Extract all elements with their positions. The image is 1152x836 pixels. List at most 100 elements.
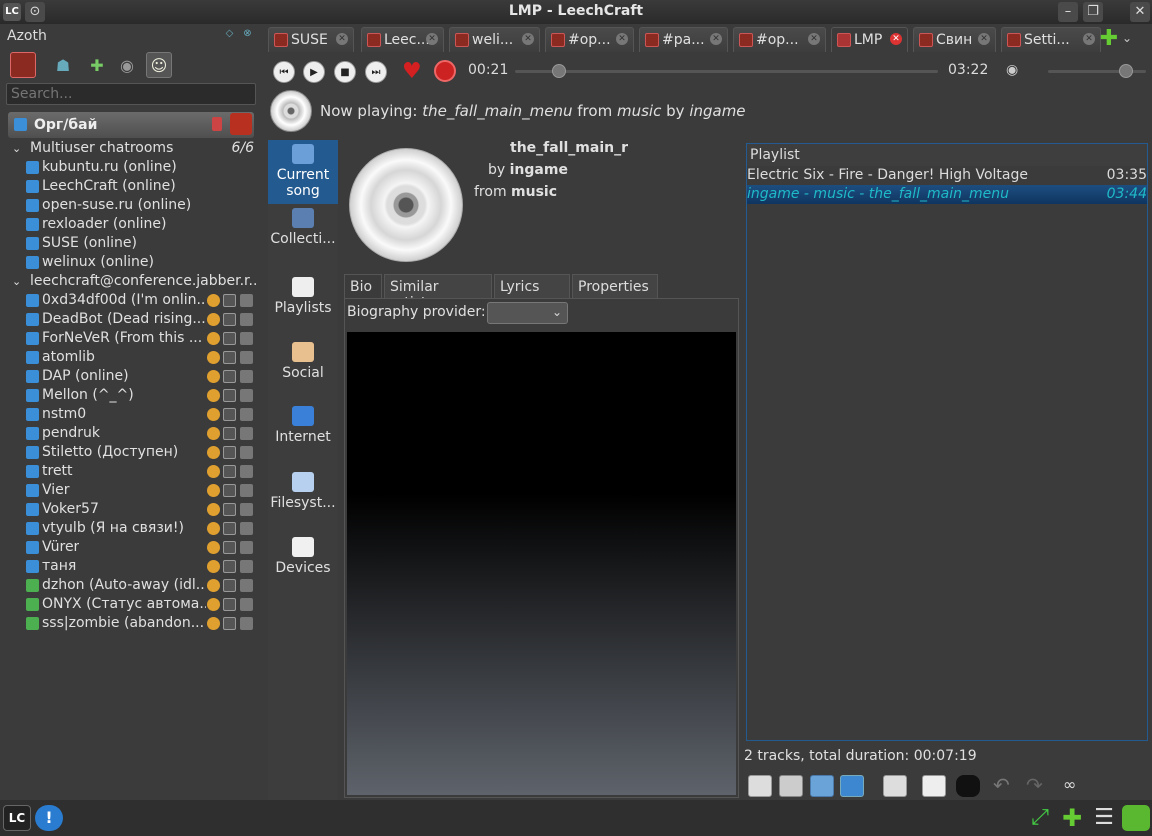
content-tab-1[interactable]: Similar artists: [384, 274, 492, 311]
seek-slider[interactable]: [515, 64, 938, 78]
notifications-icon[interactable]: !: [35, 805, 63, 831]
stop-button[interactable]: ■: [334, 61, 356, 83]
contact-group[interactable]: ⌄ leechcraft@conference.jabber.r...: [8, 272, 258, 291]
sidebar-item-2[interactable]: Playlists: [268, 273, 338, 333]
next-button[interactable]: ⏭: [365, 61, 387, 83]
seek-handle[interactable]: [551, 64, 566, 78]
sidebar-item-5[interactable]: Filesyst...: [268, 468, 338, 528]
close-window-button[interactable]: ✕: [1130, 2, 1150, 22]
redo-icon[interactable]: ↷: [1026, 773, 1043, 797]
sidebar-item-0[interactable]: Current song: [268, 140, 338, 204]
participant-item[interactable]: Vürer: [8, 538, 258, 557]
leechcraft-menu-button[interactable]: LC: [3, 805, 31, 831]
chatroom-item[interactable]: open-suse.ru (online): [8, 196, 258, 215]
load-playlist-button[interactable]: [810, 775, 834, 797]
new-tab-button[interactable]: ✚: [1098, 28, 1120, 51]
participant-item[interactable]: pendruk: [8, 424, 258, 443]
volume-slider[interactable]: [1048, 64, 1146, 78]
participant-item[interactable]: sss|zombie (abandon...: [8, 614, 258, 633]
tab-1[interactable]: SUSE ✕: [268, 27, 354, 52]
volume-icon[interactable]: ◉: [1006, 62, 1018, 78]
status-menu-button[interactable]: [10, 52, 36, 78]
close-icon[interactable]: ✕: [1083, 33, 1095, 45]
list-view-icon[interactable]: ☰: [1090, 805, 1118, 831]
cow-icon[interactable]: [956, 775, 980, 797]
participant-item[interactable]: 0xd34df00d (I'm onlin...: [8, 291, 258, 310]
join-conference-button[interactable]: ◉: [114, 52, 140, 78]
participant-item[interactable]: Mellon (^_^): [8, 386, 258, 405]
participant-item[interactable]: trett: [8, 462, 258, 481]
participant-item[interactable]: DAP (online): [8, 367, 258, 386]
chevron-down-icon[interactable]: ⌄: [12, 142, 21, 155]
close-icon[interactable]: ✕: [978, 33, 990, 45]
close-icon[interactable]: ✕: [616, 33, 628, 45]
save-playlist-button[interactable]: [779, 775, 803, 797]
maximize-button[interactable]: ❐: [1083, 2, 1103, 22]
sidebar-item-6[interactable]: Devices: [268, 533, 338, 593]
add-plugin-icon[interactable]: ✚: [1058, 805, 1086, 831]
content-tab-3[interactable]: Properties: [572, 274, 658, 298]
chatroom-item[interactable]: rexloader (online): [8, 215, 258, 234]
close-icon[interactable]: ✕: [426, 33, 438, 45]
sidebar-item-4[interactable]: Internet: [268, 402, 338, 462]
ban-track-icon[interactable]: [434, 60, 456, 82]
clear-playlist-button[interactable]: [748, 775, 772, 797]
close-icon[interactable]: ✕: [808, 33, 820, 45]
volume-handle[interactable]: [1119, 64, 1134, 78]
chatroom-item[interactable]: kubuntu.ru (online): [8, 158, 258, 177]
add-url-button[interactable]: [840, 775, 864, 797]
fullscreen-icon[interactable]: ⤢: [1026, 805, 1054, 831]
new-tab-menu-icon[interactable]: ⌄: [1122, 31, 1132, 45]
participant-item[interactable]: dzhon (Auto-away (idl...: [8, 576, 258, 595]
tab-8[interactable]: Свин ✕: [913, 27, 996, 52]
participant-item[interactable]: nstm0: [8, 405, 258, 424]
chatroom-item[interactable]: SUSE (online): [8, 234, 258, 253]
playlist-track[interactable]: ingame - music - the_fall_main_menu 03:44: [747, 185, 1147, 204]
undo-icon[interactable]: ↶: [993, 773, 1010, 797]
close-panel-icon[interactable]: ⊗: [241, 28, 254, 41]
playlist-track[interactable]: Electric Six - Fire - Danger! High Volta…: [747, 166, 1147, 185]
previous-button[interactable]: ⏮: [273, 61, 295, 83]
participant-item[interactable]: Stiletto (Доступен): [8, 443, 258, 462]
participant-item[interactable]: vtyulb (Я на связи!): [8, 519, 258, 538]
tab-6[interactable]: #op... ✕: [733, 27, 826, 52]
content-tab-0[interactable]: Bio: [344, 274, 382, 298]
tab-4[interactable]: #op... ✕: [545, 27, 634, 52]
tab-5[interactable]: #pa... ✕: [639, 27, 728, 52]
binoculars-icon[interactable]: ∞: [1063, 775, 1076, 794]
chatroom-item[interactable]: LeechCraft (online): [8, 177, 258, 196]
add-contact-button[interactable]: ✚: [84, 52, 110, 78]
tab-2[interactable]: Leec... ✕: [361, 27, 444, 52]
chevron-down-icon[interactable]: ⌄: [12, 275, 21, 288]
close-icon[interactable]: ✕: [710, 33, 722, 45]
account-header[interactable]: Орг/бай: [8, 112, 254, 138]
sidebar-item-1[interactable]: Collecti...: [268, 204, 338, 264]
participant-item[interactable]: atomlib: [8, 348, 258, 367]
float-panel-icon[interactable]: ◇: [223, 28, 236, 41]
tab-9[interactable]: Setti... ✕: [1001, 27, 1101, 52]
tab-7[interactable]: LMP ✕: [831, 27, 908, 52]
participant-item[interactable]: Vier: [8, 481, 258, 500]
participant-item[interactable]: таня: [8, 557, 258, 576]
sidebar-item-3[interactable]: Social: [268, 338, 338, 398]
sorting-button[interactable]: [922, 775, 946, 797]
close-icon[interactable]: ✕: [890, 33, 902, 45]
show-offline-button[interactable]: ☺: [146, 52, 172, 78]
participant-item[interactable]: DeadBot (Dead rising...): [8, 310, 258, 329]
participant-item[interactable]: ONYX (Статус автома...: [8, 595, 258, 614]
love-track-icon[interactable]: ♥: [402, 59, 422, 84]
tab-3[interactable]: weli... ✕: [449, 27, 540, 52]
plugins-icon[interactable]: [1122, 805, 1150, 831]
participant-item[interactable]: Voker57: [8, 500, 258, 519]
contact-group[interactable]: ⌄ Multiuser chatrooms 6/6: [8, 139, 258, 158]
play-button[interactable]: ▶: [303, 61, 325, 83]
minimize-button[interactable]: –: [1058, 2, 1078, 22]
close-icon[interactable]: ✕: [336, 33, 348, 45]
account-status-icon[interactable]: ☗: [50, 52, 76, 78]
biography-provider-select[interactable]: ⌄: [487, 302, 568, 324]
participant-item[interactable]: ForNeVeR (From this ...: [8, 329, 258, 348]
close-icon[interactable]: ✕: [522, 33, 534, 45]
play-mode-button[interactable]: [883, 775, 907, 797]
contact-search-input[interactable]: [6, 83, 256, 105]
chatroom-item[interactable]: welinux (online): [8, 253, 258, 272]
